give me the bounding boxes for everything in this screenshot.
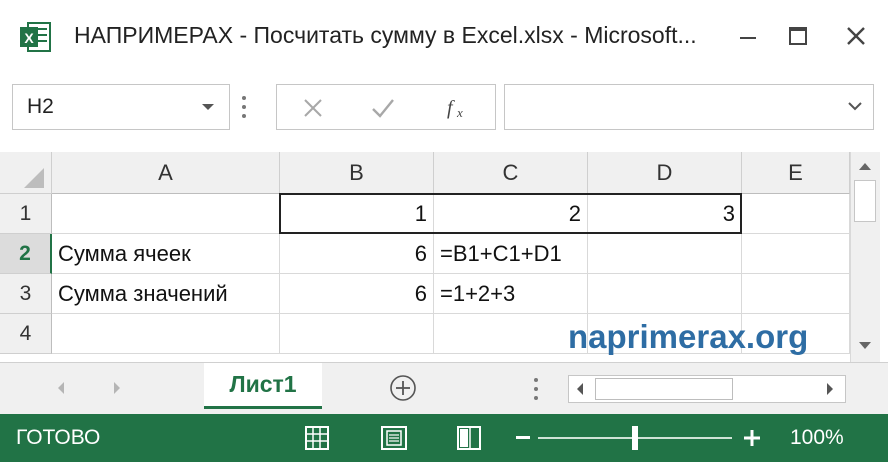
zoom-level[interactable]: 100% <box>790 426 844 450</box>
name-box[interactable]: H2 <box>12 84 230 130</box>
column-header-d[interactable]: D <box>588 152 742 194</box>
zoom-in-icon[interactable] <box>744 430 760 446</box>
close-icon <box>847 27 865 45</box>
status-ready-text: ГОТОВО <box>16 426 101 449</box>
worksheet-grid: A B C D E 1 2 3 4 1 2 3 Сумма ячеек 6 =B… <box>0 152 888 362</box>
formula-bar: H2 f x <box>0 70 888 152</box>
watermark-text: naprimerax.org <box>568 318 809 355</box>
insert-function-icon[interactable]: f x <box>445 94 473 122</box>
page-break-view-icon[interactable] <box>456 425 482 451</box>
scroll-up-icon[interactable] <box>857 160 873 172</box>
cell-c1[interactable]: 2 <box>434 194 588 234</box>
cell-e2[interactable] <box>742 234 850 274</box>
expand-formula-icon[interactable] <box>847 100 863 112</box>
cell-b1[interactable]: 1 <box>280 194 434 234</box>
drag-handle-icon[interactable] <box>240 92 248 122</box>
minimize-icon <box>740 37 756 39</box>
name-box-value: H2 <box>27 95 54 118</box>
enter-check-icon[interactable] <box>371 97 395 119</box>
maximize-icon <box>789 27 807 45</box>
tab-split-handle-icon[interactable] <box>532 375 540 403</box>
tab-scroll-right-icon[interactable] <box>112 381 122 395</box>
cell-c2[interactable]: =B1+C1+D1 <box>434 234 588 274</box>
column-header-c[interactable]: C <box>434 152 588 194</box>
column-header-b[interactable]: B <box>280 152 434 194</box>
tab-scroll-left-icon[interactable] <box>56 381 66 395</box>
cell-c3[interactable]: =1+2+3 <box>434 274 588 314</box>
chevron-down-icon[interactable] <box>201 101 215 113</box>
cell-d1[interactable]: 3 <box>588 194 742 234</box>
normal-view-icon[interactable] <box>304 425 330 451</box>
cell-b3[interactable]: 6 <box>280 274 434 314</box>
title-bar: X НАПРИМЕРАХ - Посчитать сумму в Excel.x… <box>0 0 888 70</box>
row-header-4[interactable]: 4 <box>0 314 52 354</box>
cell-b4[interactable] <box>280 314 434 354</box>
sheet-tab-bar: Лист1 <box>0 362 888 414</box>
vertical-scrollbar[interactable] <box>850 152 880 362</box>
column-header-a[interactable]: A <box>52 152 280 194</box>
cell-b2[interactable]: 6 <box>280 234 434 274</box>
formula-buttons: f x <box>276 84 496 130</box>
scroll-left-icon[interactable] <box>575 382 585 396</box>
cell-d3[interactable] <box>588 274 742 314</box>
maximize-button[interactable] <box>776 14 820 58</box>
formula-input[interactable] <box>504 84 874 130</box>
vertical-scroll-thumb[interactable] <box>854 180 876 222</box>
page-layout-view-icon[interactable] <box>380 425 408 451</box>
svg-text:x: x <box>456 105 463 120</box>
zoom-out-icon[interactable] <box>516 436 530 440</box>
cell-a4[interactable] <box>52 314 280 354</box>
row-header-3[interactable]: 3 <box>0 274 52 314</box>
excel-icon: X <box>20 22 51 52</box>
new-sheet-icon[interactable] <box>388 373 418 403</box>
row-header-2[interactable]: 2 <box>0 234 52 274</box>
close-button[interactable] <box>834 14 878 58</box>
cancel-icon[interactable] <box>303 98 323 118</box>
cell-c4[interactable] <box>434 314 588 354</box>
cell-e1[interactable] <box>742 194 850 234</box>
cell-e3[interactable] <box>742 274 850 314</box>
cell-a3[interactable]: Сумма значений <box>52 274 280 314</box>
select-all-icon <box>24 168 44 188</box>
horizontal-scroll-thumb[interactable] <box>595 378 733 400</box>
zoom-slider-thumb[interactable] <box>632 426 638 450</box>
svg-text:X: X <box>24 30 34 46</box>
minimize-button[interactable] <box>726 14 770 58</box>
column-header-e[interactable]: E <box>742 152 850 194</box>
select-all-corner[interactable] <box>0 152 52 194</box>
cell-a1[interactable] <box>52 194 280 234</box>
horizontal-scrollbar[interactable] <box>568 375 846 403</box>
cell-d2[interactable] <box>588 234 742 274</box>
svg-text:f: f <box>447 97 455 119</box>
sheet-tab-list1[interactable]: Лист1 <box>204 363 322 409</box>
scroll-right-icon[interactable] <box>825 382 835 396</box>
window-title: НАПРИМЕРАХ - Посчитать сумму в Excel.xls… <box>74 22 697 48</box>
row-header-1[interactable]: 1 <box>0 194 52 234</box>
scroll-down-icon[interactable] <box>857 340 873 352</box>
cell-a2[interactable]: Сумма ячеек <box>52 234 280 274</box>
status-bar: ГОТОВО 100% <box>0 414 888 462</box>
